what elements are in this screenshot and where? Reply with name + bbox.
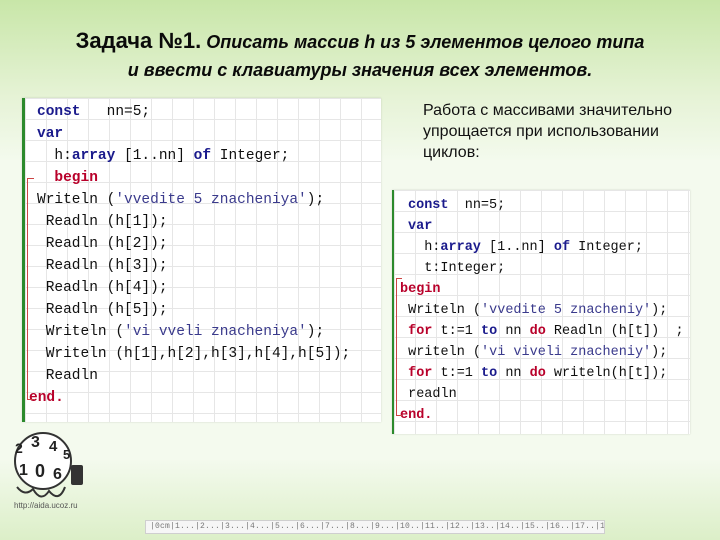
code-line: Readln (h[4]); [37, 280, 168, 296]
title-task-number: Задача №1. [75, 28, 202, 53]
title-line-2: и ввести с клавиатуры значения всех элем… [127, 60, 593, 80]
code-line: end. [29, 390, 64, 406]
code-line: Writeln ('vi vveli znacheniya'); [37, 324, 325, 340]
code-panel-right: const nn=5; var h:array [1..nn] of Integ… [392, 190, 690, 434]
code-line: t:Integer; [408, 261, 506, 276]
code-line: Readln (h[1]); [37, 214, 168, 230]
svg-text:6: 6 [53, 466, 62, 483]
title-line-1: Описать массив h из 5 элементов целого т… [201, 32, 645, 52]
svg-text:1: 1 [19, 462, 28, 479]
logo-url: http://aida.ucoz.ru [14, 501, 78, 510]
code-line: Readln (h[5]); [37, 302, 168, 318]
block-bracket [396, 278, 402, 416]
code-line: for t:=1 to nn do writeln(h[t]); [400, 366, 668, 381]
code-line: begin [400, 282, 441, 297]
svg-text:4: 4 [49, 438, 58, 455]
code-line: h:array [1..nn] of Integer; [37, 148, 290, 164]
code-line: end. [400, 408, 433, 423]
code-line: Writeln (h[1],h[2],h[3],h[4],h[5]); [37, 346, 351, 362]
code-line: Readln [37, 368, 98, 384]
svg-text:3: 3 [31, 434, 40, 451]
code-line: Readln (h[3]); [37, 258, 168, 274]
code-line: var [37, 126, 64, 142]
ruler: |0cm|1...|2...|3...|4...|5...|6...|7...|… [145, 520, 605, 534]
code-line: writeln ('vi viveli znacheniy'); [400, 345, 668, 360]
code-line: Readln (h[2]); [37, 236, 168, 252]
code-panel-left: constconst nn=5; var h:array [1..nn] of … [22, 98, 381, 422]
code-line: const nn=5; [408, 198, 506, 213]
code-line: Writeln ('vvedite 5 znacheniy'); [400, 303, 668, 318]
block-bracket [27, 178, 34, 400]
slide-title: Задача №1. Описать массив h из 5 элемент… [20, 28, 700, 83]
code-line: constconst nn=5; [37, 104, 151, 120]
code-line: h:array [1..nn] of Integer; [408, 240, 643, 255]
code-line: begin [37, 170, 98, 186]
code-line: for t:=1 to nn do Readln (h[t]) ; [400, 324, 684, 339]
code-line: var [408, 219, 433, 234]
svg-text:0: 0 [35, 461, 45, 481]
svg-text:2: 2 [15, 440, 23, 456]
code-line: Writeln ('vvedite 5 znacheniya'); [37, 192, 325, 208]
note-text: Работа с массивами значительно упрощаетс… [423, 102, 673, 161]
code-line: readln [400, 387, 457, 402]
svg-text:5: 5 [63, 447, 70, 462]
